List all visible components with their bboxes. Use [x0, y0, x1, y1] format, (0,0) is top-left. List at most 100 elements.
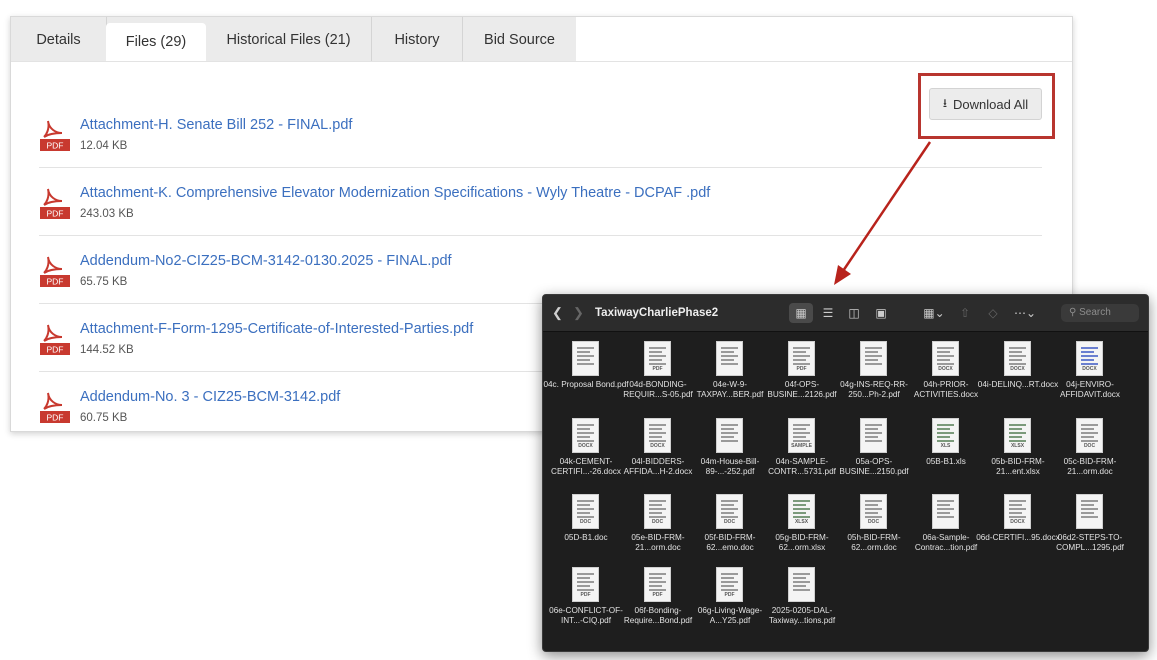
document-thumbnail-icon: PDF [788, 341, 815, 376]
finder-file-name: 04j-ENVIRO-AFFIDAVIT.docx [1060, 380, 1120, 399]
document-thumbnail-icon [788, 567, 815, 602]
tag-icon[interactable]: ◇ [983, 303, 1003, 323]
finder-file-item[interactable]: 2025-0205-DAL-Taxiway...tions.pdf [767, 567, 837, 641]
finder-file-item[interactable]: 04g-INS-REQ-RR-250...Ph-2.pdf [839, 341, 909, 415]
finder-file-name: 05c-BID-FRM-21...orm.doc [1063, 457, 1117, 476]
document-thumbnail-icon: XLS [932, 418, 959, 453]
document-thumbnail-icon: PDF [644, 341, 671, 376]
share-icon[interactable]: ⇧ [955, 303, 975, 323]
file-link[interactable]: Addendum-No2-CIZ25-BCM-3142-0130.2025 - … [80, 253, 452, 269]
finder-file-item[interactable]: 04m-House-Bill-89-...-252.pdf [695, 418, 765, 492]
file-row: PDF Attachment-H. Senate Bill 252 - FINAL… [39, 101, 1042, 168]
finder-search-field[interactable]: ⚲ Search [1061, 304, 1139, 322]
finder-file-item[interactable]: DOC 05f-BID-FRM-62...emo.doc [695, 494, 765, 568]
document-thumbnail-icon: PDF [572, 567, 599, 602]
pdf-file-icon: PDF [40, 256, 70, 287]
finder-file-item[interactable]: 04e-W-9-TAXPAY...BER.pdf [695, 341, 765, 415]
document-thumbnail-icon [860, 341, 887, 376]
pdf-file-icon: PDF [40, 392, 70, 423]
row-divider [39, 235, 1042, 236]
finder-file-item[interactable]: DOC 05c-BID-FRM-21...orm.doc [1055, 418, 1125, 492]
finder-file-item[interactable]: 04c. Proposal Bond.pdf [543, 341, 629, 415]
finder-file-name: 06d2-STEPS-TO-COMPL...1295.pdf [1056, 533, 1124, 552]
document-thumbnail-icon [860, 418, 887, 453]
column-view-icon[interactable]: ◫ [843, 303, 865, 323]
tabs-divider [11, 61, 1072, 62]
finder-folder-title: TaxiwayCharliePhase2 [595, 307, 719, 319]
finder-window: ❮ ❯ TaxiwayCharliePhase2 ▦ ☰ ◫ ▣ ▦⌄ ⇧ ◇ … [542, 294, 1149, 652]
document-thumbnail-icon [716, 418, 743, 453]
search-icon: ⚲ [1069, 307, 1077, 318]
finder-file-item[interactable]: DOCX 04j-ENVIRO-AFFIDAVIT.docx [1055, 341, 1125, 415]
finder-file-item[interactable]: PDF 06e-CONFLICT-OF-INT...-CIQ.pdf [549, 567, 623, 641]
document-thumbnail-icon: PDF [644, 567, 671, 602]
pdf-file-icon: PDF [40, 188, 70, 219]
file-size: 65.75 KB [80, 276, 128, 288]
pdf-file-icon: PDF [40, 120, 70, 151]
finder-file-name: 2025-0205-DAL-Taxiway...tions.pdf [768, 606, 836, 625]
document-thumbnail-icon: XLSX [1004, 418, 1031, 453]
tab-details[interactable]: Details [11, 17, 107, 61]
svg-text:PDF: PDF [47, 413, 64, 423]
more-actions-icon[interactable]: ⋯⌄ [1011, 303, 1039, 323]
finder-file-item[interactable]: XLSX 05g-BID-FRM-62...orm.xlsx [767, 494, 837, 568]
finder-file-item[interactable]: DOCX 04h-PRIOR-ACTIVITIES.docx [911, 341, 981, 415]
svg-text:PDF: PDF [47, 209, 64, 219]
tab-bid-source[interactable]: Bid Source [463, 17, 576, 61]
finder-file-item[interactable]: XLSX 05b-BID-FRM-21...ent.xlsx [983, 418, 1053, 492]
finder-file-item[interactable]: PDF 06f-Bonding-Require...Bond.pdf [623, 567, 693, 641]
file-size: 243.03 KB [80, 208, 134, 220]
finder-file-item[interactable]: PDF 04d-BONDING-REQUIR...S-05.pdf [623, 341, 693, 415]
document-thumbnail-icon: DOCX [1004, 341, 1031, 376]
svg-text:PDF: PDF [47, 141, 64, 151]
list-view-icon[interactable]: ☰ [817, 303, 839, 323]
finder-file-item[interactable]: DOCX 04l-BIDDERS-AFFIDA...H-2.docx [623, 418, 693, 492]
file-link[interactable]: Attachment-K. Comprehensive Elevator Mod… [80, 185, 710, 201]
svg-text:PDF: PDF [47, 277, 64, 287]
document-thumbnail-icon: DOCX [644, 418, 671, 453]
forward-chevron-icon[interactable]: ❯ [573, 295, 584, 331]
finder-file-item[interactable]: PDF 06g-Living-Wage-A...Y25.pdf [695, 567, 765, 641]
tab-historical-files[interactable]: Historical Files (21) [206, 17, 372, 61]
finder-file-item[interactable]: 06a-Sample-Contrac...tion.pdf [911, 494, 981, 568]
icon-view-icon[interactable]: ▦ [789, 303, 813, 323]
document-thumbnail-icon [1076, 494, 1103, 529]
file-size: 144.52 KB [80, 344, 134, 356]
finder-file-item[interactable]: PDF 04f-OPS-BUSINE...2126.pdf [767, 341, 837, 415]
document-thumbnail-icon: DOC [1076, 418, 1103, 453]
document-thumbnail-icon: DOCX [572, 418, 599, 453]
finder-file-item[interactable]: XLS 05B-B1.xls [911, 418, 981, 492]
document-thumbnail-icon: DOC [860, 494, 887, 529]
document-thumbnail-icon [932, 494, 959, 529]
finder-file-item[interactable]: SAMPLE 04n-SAMPLE-CONTR...5731.pdf [767, 418, 837, 492]
finder-toolbar: ❮ ❯ TaxiwayCharliePhase2 ▦ ☰ ◫ ▣ ▦⌄ ⇧ ◇ … [543, 295, 1148, 332]
finder-file-item[interactable]: DOCX 04i-DELINQ...RT.docx [978, 341, 1058, 415]
tab-history[interactable]: History [372, 17, 463, 61]
finder-file-item[interactable]: DOC 05e-BID-FRM-21...orm.doc [623, 494, 693, 568]
finder-file-item[interactable]: DOCX 06d-CERTIFI...95.docx [976, 494, 1060, 568]
document-thumbnail-icon: DOC [716, 494, 743, 529]
document-thumbnail-icon: DOCX [932, 341, 959, 376]
row-divider [39, 167, 1042, 168]
file-link[interactable]: Addendum-No. 3 - CIZ25-BCM-3142.pdf [80, 389, 340, 405]
finder-file-item[interactable]: DOC 05h-BID-FRM-62...orm.doc [839, 494, 909, 568]
document-thumbnail-icon [572, 341, 599, 376]
document-thumbnail-icon: PDF [716, 567, 743, 602]
finder-file-item[interactable]: DOC 05D-B1.doc [551, 494, 621, 568]
svg-text:PDF: PDF [47, 345, 64, 355]
finder-file-item[interactable]: 05a-OPS-BUSINE...2150.pdf [839, 418, 909, 492]
finder-file-item[interactable]: 06d2-STEPS-TO-COMPL...1295.pdf [1055, 494, 1125, 568]
group-by-icon[interactable]: ▦⌄ [921, 303, 947, 323]
back-chevron-icon[interactable]: ❮ [552, 295, 563, 331]
file-link[interactable]: Attachment-F-Form-1295-Certificate-of-In… [80, 321, 473, 337]
gallery-view-icon[interactable]: ▣ [870, 303, 892, 323]
search-placeholder: Search [1079, 307, 1111, 318]
document-thumbnail-icon: DOC [572, 494, 599, 529]
document-thumbnail-icon: SAMPLE [788, 418, 815, 453]
tab-bar: Details Files (29) Historical Files (21)… [11, 17, 576, 61]
file-link[interactable]: Attachment-H. Senate Bill 252 - FINAL.pd… [80, 117, 352, 133]
document-thumbnail-icon: DOC [644, 494, 671, 529]
tab-files[interactable]: Files (29) [106, 23, 206, 61]
document-thumbnail-icon [716, 341, 743, 376]
finder-file-item[interactable]: DOCX 04k-CEMENT-CERTIFI...-26.docx [551, 418, 621, 492]
